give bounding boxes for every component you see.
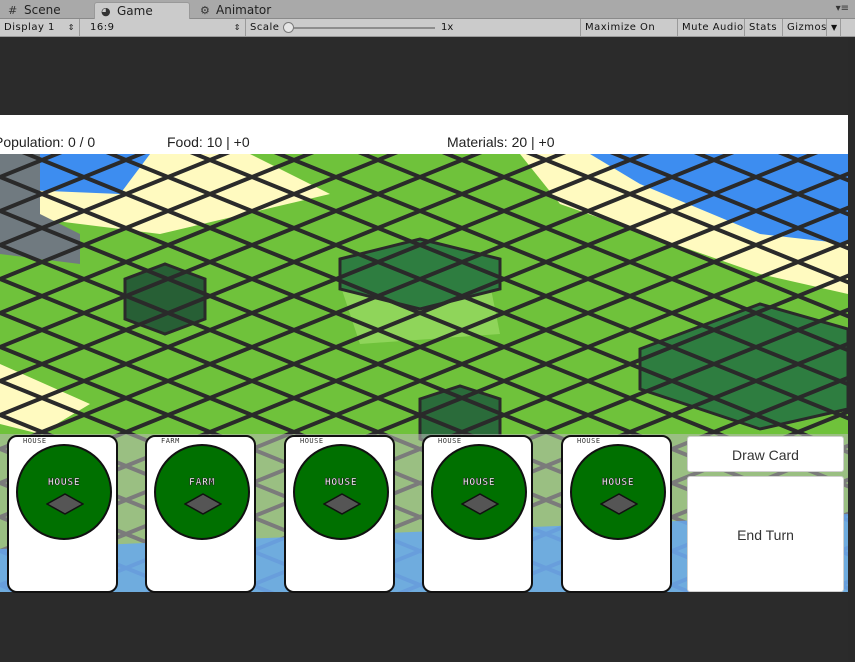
- maximize-on-play-toggle[interactable]: Maximize On Play: [580, 19, 678, 50]
- tile-icon: [323, 493, 361, 515]
- grid-icon: #: [8, 4, 18, 17]
- gizmos-toggle[interactable]: Gizmos: [783, 19, 827, 36]
- card-title: FARM: [188, 477, 216, 489]
- stats-label: Stats: [749, 22, 778, 33]
- draw-card-button[interactable]: Draw Card: [687, 436, 844, 472]
- pacman-icon: ◕: [101, 5, 111, 18]
- gizmos-dropdown[interactable]: ▼: [827, 19, 841, 36]
- scale-slider-track[interactable]: [290, 27, 435, 29]
- tile-icon: [600, 493, 638, 515]
- aspect-dropdown[interactable]: 16:9 ⇕: [86, 19, 246, 36]
- tab-scene-label: Scene: [24, 3, 61, 17]
- gizmos-label: Gizmos: [787, 22, 827, 33]
- card-top-label: FARM: [161, 437, 180, 445]
- card-top-label: HOUSE: [577, 437, 601, 445]
- mute-audio-toggle[interactable]: Mute Audio: [678, 19, 745, 36]
- card-emblem: HOUSE: [293, 444, 389, 540]
- end-turn-label: End Turn: [737, 527, 794, 543]
- viewport-edge: [848, 37, 855, 662]
- updown-arrow-icon: ⇕: [233, 23, 241, 32]
- tile-icon: [461, 493, 499, 515]
- chevron-down-icon: ▼: [831, 23, 838, 32]
- card-house[interactable]: HOUSE HOUSE: [7, 435, 118, 593]
- tab-game[interactable]: ◕ Game: [94, 2, 190, 19]
- card-house[interactable]: HOUSE HOUSE: [284, 435, 395, 593]
- card-title: HOUSE: [462, 477, 496, 489]
- card-emblem: FARM: [154, 444, 250, 540]
- card-top-label: HOUSE: [438, 437, 462, 445]
- card-top-label: HOUSE: [300, 437, 324, 445]
- animator-icon: ⚙: [200, 4, 210, 17]
- scale-label: Scale: [250, 22, 280, 33]
- scale-slider-handle[interactable]: [283, 22, 294, 33]
- editor-tab-bar: # Scene ◕ Game ⚙ Animator ▾≡: [0, 0, 855, 19]
- card-emblem: HOUSE: [16, 444, 112, 540]
- card-top-label: HOUSE: [23, 437, 47, 445]
- display-dropdown-label: Display 1: [4, 22, 55, 33]
- card-title: HOUSE: [324, 477, 358, 489]
- game-toolbar: Display 1 ⇕ 16:9 ⇕ Scale 1x Maximize On …: [0, 19, 855, 50]
- card-farm[interactable]: FARM FARM: [145, 435, 256, 593]
- card-title: HOUSE: [47, 477, 81, 489]
- tab-menu-icon[interactable]: ▾≡: [836, 3, 849, 14]
- materials-counter: Materials: 20 | +0: [447, 134, 555, 150]
- draw-card-label: Draw Card: [732, 447, 799, 463]
- tab-animator-label: Animator: [216, 3, 272, 17]
- card-emblem: HOUSE: [431, 444, 527, 540]
- updown-arrow-icon: ⇕: [67, 23, 75, 32]
- food-counter: Food: 10 | +0: [167, 134, 250, 150]
- tile-icon: [46, 493, 84, 515]
- tab-scene[interactable]: # Scene: [2, 2, 90, 19]
- unity-editor-window: # Scene ◕ Game ⚙ Animator ▾≡ Display 1 ⇕…: [0, 0, 855, 662]
- display-dropdown[interactable]: Display 1 ⇕: [0, 19, 80, 36]
- aspect-dropdown-label: 16:9: [90, 22, 115, 33]
- card-title: HOUSE: [601, 477, 635, 489]
- end-turn-button[interactable]: End Turn: [687, 476, 844, 592]
- card-house[interactable]: HOUSE HOUSE: [561, 435, 672, 593]
- card-house[interactable]: HOUSE HOUSE: [422, 435, 533, 593]
- stats-toggle[interactable]: Stats: [745, 19, 783, 36]
- tab-animator[interactable]: ⚙ Animator: [194, 2, 284, 19]
- mute-audio-label: Mute Audio: [682, 22, 744, 33]
- tab-game-label: Game: [117, 4, 153, 18]
- population-counter: Population: 0 / 0: [0, 134, 96, 150]
- resource-bar: Population: 0 / 0 Food: 10 | +0 Material…: [0, 115, 848, 154]
- tile-icon: [184, 493, 222, 515]
- scale-value: 1x: [441, 22, 454, 33]
- card-emblem: HOUSE: [570, 444, 666, 540]
